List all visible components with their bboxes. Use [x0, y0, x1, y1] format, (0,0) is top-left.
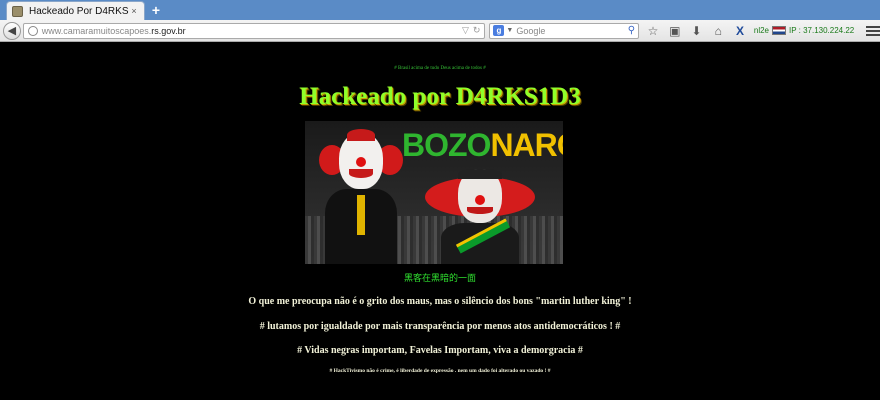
hamburger-menu-icon[interactable]	[866, 25, 880, 36]
browser-tab[interactable]: Hackeado Por D4RKS1D3 ×	[6, 1, 145, 20]
chinese-subtitle: 黑客在黑暗的一面	[403, 273, 476, 283]
clipboard-icon[interactable]: ▣	[667, 23, 683, 39]
close-tab-icon[interactable]: ×	[129, 6, 139, 16]
quote-text: O que me preocupa não é o grito dos maus…	[248, 296, 632, 307]
bookmark-star-icon[interactable]: ☆	[645, 23, 661, 39]
new-tab-button[interactable]: +	[148, 2, 164, 18]
search-icon[interactable]: ⚲	[628, 25, 635, 36]
clown-portrait-figure	[425, 169, 535, 264]
dropdown-arrow-icon[interactable]: ▽	[462, 25, 469, 36]
country-flag-icon	[772, 26, 786, 35]
search-input[interactable]: Google	[516, 26, 627, 36]
navigation-bar: ◀ www.camaramuitoscapoes.rs.gov.br ▽ ↻ g…	[0, 20, 880, 42]
tab-strip: Hackeado Por D4RKS1D3 × +	[0, 0, 880, 20]
url-text: www.camaramuitoscapoes.rs.gov.br	[41, 25, 186, 36]
globe-icon	[27, 25, 38, 36]
home-icon[interactable]: ⌂	[710, 23, 726, 39]
top-note: # Brasil acima de tudo Deus acima de tod…	[394, 66, 486, 71]
site-favicon-icon	[12, 5, 23, 17]
url-bar[interactable]: www.camaramuitoscapoes.rs.gov.br ▽ ↻	[22, 22, 486, 39]
banner-image: BOZONARO	[305, 121, 563, 264]
search-bar[interactable]: g ▼ Google ⚲	[489, 22, 640, 39]
slogan-equality: # lutamos por igualdade por mais transpa…	[259, 321, 621, 332]
engine-chevron-down-icon[interactable]: ▼	[506, 27, 513, 34]
url-domain: rs.gov.br	[151, 25, 186, 36]
slogan-black-lives: # Vidas negras importam, Favelas Importa…	[297, 345, 583, 356]
ip-label: nl2e	[753, 26, 769, 35]
back-button[interactable]: ◀	[3, 21, 21, 40]
page-headline: Hackeado por D4RKS1D3	[299, 83, 581, 110]
banner-brand-text: BOZONARO	[402, 127, 563, 163]
download-icon[interactable]: ⬇	[689, 23, 705, 39]
clown-effigy-figure	[319, 129, 403, 264]
ip-indicator[interactable]: nl2e IP : 37.130.224.22	[754, 26, 854, 35]
footer-disclaimer: # HackTivismo não é crime, é liberdade d…	[329, 368, 551, 374]
page-content: # Brasil acima de tudo Deus acima de tod…	[0, 43, 880, 400]
extension-x-icon[interactable]: X	[732, 23, 748, 39]
reload-icon[interactable]: ↻	[473, 25, 481, 36]
google-engine-icon[interactable]: g	[493, 25, 505, 36]
ip-address: IP : 37.130.224.22	[789, 26, 855, 35]
tab-title: Hackeado Por D4RKS1D3	[29, 5, 129, 17]
